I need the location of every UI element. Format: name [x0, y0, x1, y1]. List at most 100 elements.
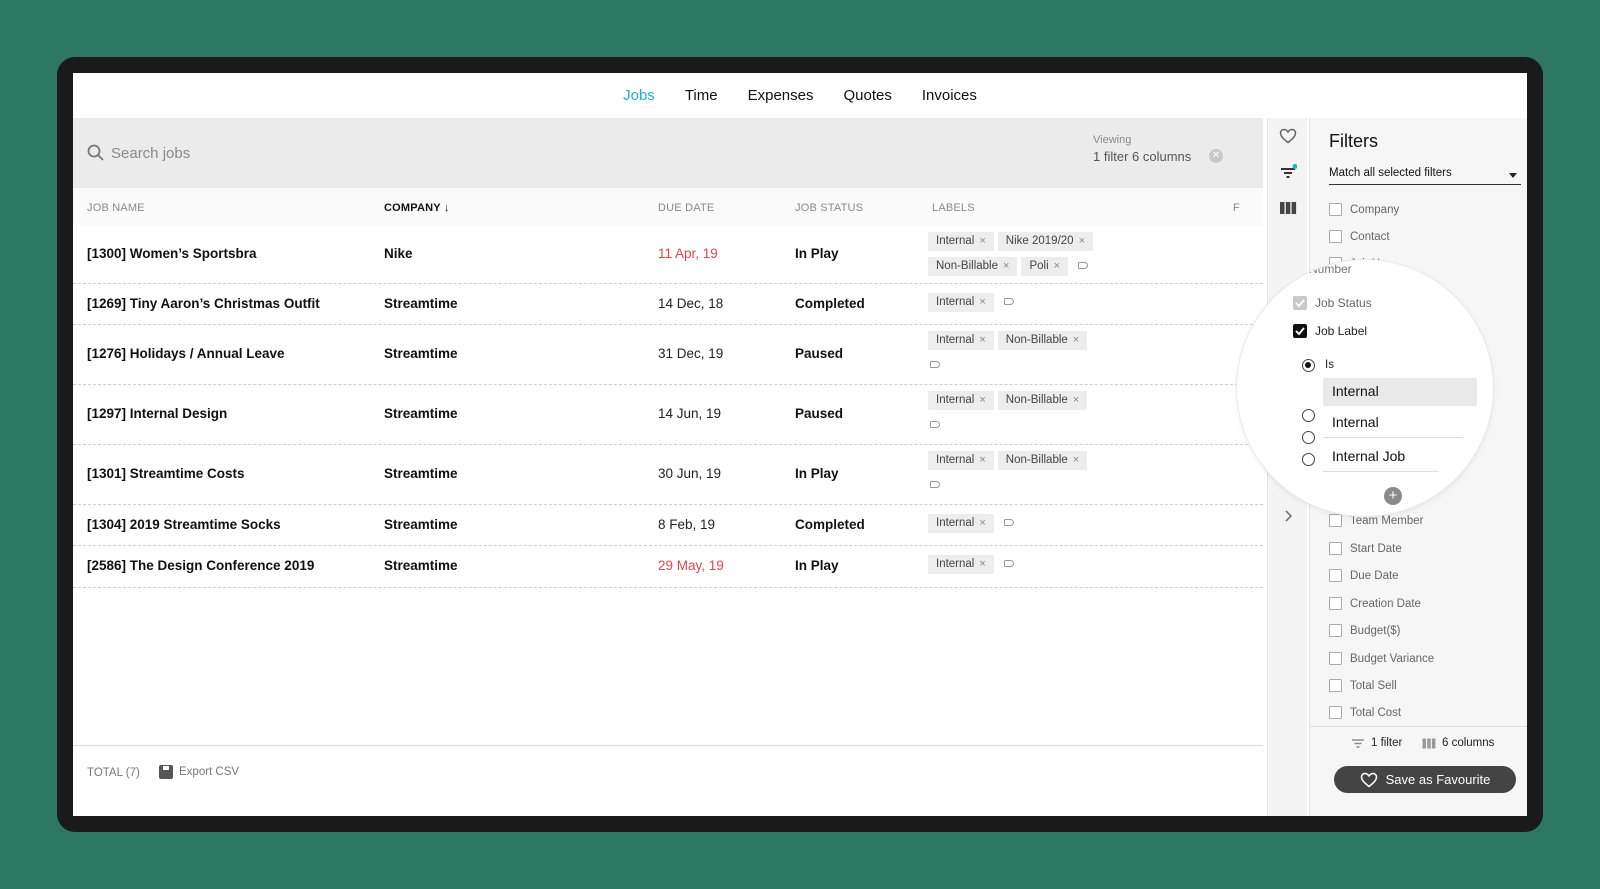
- job-status[interactable]: In Play: [795, 246, 839, 261]
- filter-option-team-member[interactable]: Team Member: [1329, 514, 1424, 527]
- label-chip[interactable]: Internal ×: [928, 514, 994, 533]
- job-name[interactable]: [2586] The Design Conference 2019: [87, 558, 314, 573]
- add-label-icon[interactable]: [1003, 297, 1014, 305]
- nav-time[interactable]: Time: [685, 87, 718, 104]
- label-chip[interactable]: Non-Billable ×: [997, 391, 1088, 410]
- table-row[interactable]: [1269] Tiny Aaron’s Christmas Outfit Str…: [73, 284, 1263, 325]
- label-chip[interactable]: Internal ×: [928, 391, 994, 410]
- checkbox[interactable]: [1329, 514, 1342, 527]
- filters-button[interactable]: [1268, 154, 1308, 190]
- job-name[interactable]: [1300] Women’s Sportsbra: [87, 246, 257, 261]
- checkbox[interactable]: [1329, 652, 1342, 665]
- remove-icon[interactable]: ×: [979, 517, 985, 529]
- clear-view-icon[interactable]: ✕: [1209, 149, 1223, 163]
- add-label-icon[interactable]: [1003, 559, 1014, 567]
- header-due-date[interactable]: DUE DATE: [658, 202, 714, 214]
- header-cut-column[interactable]: F: [1233, 202, 1240, 214]
- collapse-panel-button[interactable]: [1268, 498, 1308, 534]
- label-chip[interactable]: Nike 2019/20 ×: [997, 232, 1094, 251]
- label-chip[interactable]: Non-Billable ×: [928, 257, 1018, 276]
- header-company[interactable]: COMPANY ↓: [384, 202, 450, 214]
- remove-icon[interactable]: ×: [979, 558, 985, 570]
- filter-option-start-date[interactable]: Start Date: [1329, 542, 1402, 555]
- remove-icon[interactable]: ×: [1073, 394, 1079, 406]
- table-row[interactable]: [1297] Internal Design Streamtime 14 Jun…: [73, 385, 1263, 445]
- checkbox-checked[interactable]: [1293, 296, 1307, 310]
- filter-option-job-status[interactable]: Job Status: [1293, 296, 1372, 310]
- filter-option-company[interactable]: Company: [1329, 203, 1399, 216]
- label-chip[interactable]: Internal ×: [928, 232, 994, 251]
- label-chip[interactable]: Internal ×: [928, 293, 994, 312]
- label-input[interactable]: Internal: [1323, 378, 1477, 406]
- label-chip[interactable]: Non-Billable ×: [997, 451, 1088, 470]
- job-name[interactable]: [1297] Internal Design: [87, 406, 227, 421]
- remove-icon[interactable]: ×: [1073, 334, 1079, 346]
- radio-is[interactable]: [1302, 359, 1315, 372]
- radio-option[interactable]: [1302, 453, 1315, 466]
- filter-option-budget-variance[interactable]: Budget Variance: [1329, 652, 1434, 665]
- filter-option-total-cost[interactable]: Total Cost: [1329, 706, 1401, 719]
- checkbox[interactable]: [1329, 569, 1342, 582]
- save-as-favourite-button[interactable]: Save as Favourite: [1334, 766, 1516, 793]
- job-status[interactable]: Paused: [795, 406, 843, 421]
- filter-option-job-number[interactable]: Number: [1309, 262, 1352, 276]
- remove-icon[interactable]: ×: [979, 454, 985, 466]
- remove-icon[interactable]: ×: [1003, 260, 1009, 272]
- nav-invoices[interactable]: Invoices: [922, 87, 977, 104]
- label-chip[interactable]: Non-Billable ×: [997, 331, 1088, 350]
- checkbox-checked[interactable]: [1293, 324, 1307, 338]
- remove-icon[interactable]: ×: [979, 334, 985, 346]
- add-label-icon[interactable]: [1078, 261, 1089, 269]
- nav-expenses[interactable]: Expenses: [748, 87, 814, 104]
- checkbox[interactable]: [1329, 679, 1342, 692]
- job-status[interactable]: Paused: [795, 346, 843, 361]
- filter-option-due-date[interactable]: Due Date: [1329, 569, 1399, 582]
- job-status[interactable]: Completed: [795, 296, 865, 311]
- export-csv-button[interactable]: Export CSV: [159, 765, 239, 779]
- remove-icon[interactable]: ×: [1073, 454, 1079, 466]
- checkbox[interactable]: [1329, 203, 1342, 216]
- favourites-button[interactable]: [1268, 118, 1308, 154]
- nav-quotes[interactable]: Quotes: [843, 87, 891, 104]
- checkbox[interactable]: [1329, 706, 1342, 719]
- remove-icon[interactable]: ×: [979, 296, 985, 308]
- filter-option-job-label[interactable]: Job Label: [1293, 324, 1367, 338]
- job-status[interactable]: In Play: [795, 466, 839, 481]
- checkbox[interactable]: [1329, 542, 1342, 555]
- table-row[interactable]: [1304] 2019 Streamtime Socks Streamtime …: [73, 505, 1263, 546]
- radio-option[interactable]: [1302, 409, 1315, 422]
- radio-option[interactable]: [1302, 431, 1315, 444]
- job-name[interactable]: [1304] 2019 Streamtime Socks: [87, 517, 281, 532]
- header-labels[interactable]: LABELS: [932, 202, 975, 214]
- table-row[interactable]: [1301] Streamtime Costs Streamtime 30 Ju…: [73, 445, 1263, 505]
- filter-option-budget[interactable]: Budget($): [1329, 624, 1401, 637]
- add-condition-icon[interactable]: +: [1384, 487, 1402, 505]
- filter-option-contact[interactable]: Contact: [1329, 230, 1390, 243]
- job-status[interactable]: In Play: [795, 558, 839, 573]
- job-name[interactable]: [1276] Holidays / Annual Leave: [87, 346, 285, 361]
- table-row[interactable]: [1276] Holidays / Annual Leave Streamtim…: [73, 325, 1263, 385]
- job-status[interactable]: Completed: [795, 517, 865, 532]
- checkbox[interactable]: [1329, 230, 1342, 243]
- header-job-name[interactable]: JOB NAME: [87, 202, 145, 214]
- add-label-icon[interactable]: [930, 360, 940, 368]
- checkbox[interactable]: [1329, 597, 1342, 610]
- suggestion-internal[interactable]: Internal: [1323, 408, 1463, 438]
- nav-jobs[interactable]: Jobs: [623, 87, 655, 104]
- label-chip[interactable]: Internal ×: [928, 331, 994, 350]
- filter-option-total-sell[interactable]: Total Sell: [1329, 679, 1397, 692]
- columns-button[interactable]: [1268, 190, 1308, 226]
- suggestion-internal-job[interactable]: Internal Job: [1323, 442, 1439, 472]
- table-row[interactable]: [2586] The Design Conference 2019 Stream…: [73, 546, 1263, 588]
- job-name[interactable]: [1301] Streamtime Costs: [87, 466, 245, 481]
- remove-icon[interactable]: ×: [979, 235, 985, 247]
- label-chip[interactable]: Internal ×: [928, 451, 994, 470]
- filter-option-creation-date[interactable]: Creation Date: [1329, 597, 1421, 610]
- header-job-status[interactable]: JOB STATUS: [795, 202, 863, 214]
- remove-icon[interactable]: ×: [1054, 260, 1060, 272]
- add-label-icon[interactable]: [930, 420, 940, 428]
- table-row[interactable]: [1300] Women’s Sportsbra Nike 11 Apr, 19…: [73, 226, 1263, 284]
- label-chip[interactable]: Internal ×: [928, 555, 994, 574]
- add-label-icon[interactable]: [930, 480, 940, 488]
- remove-icon[interactable]: ×: [1079, 235, 1085, 247]
